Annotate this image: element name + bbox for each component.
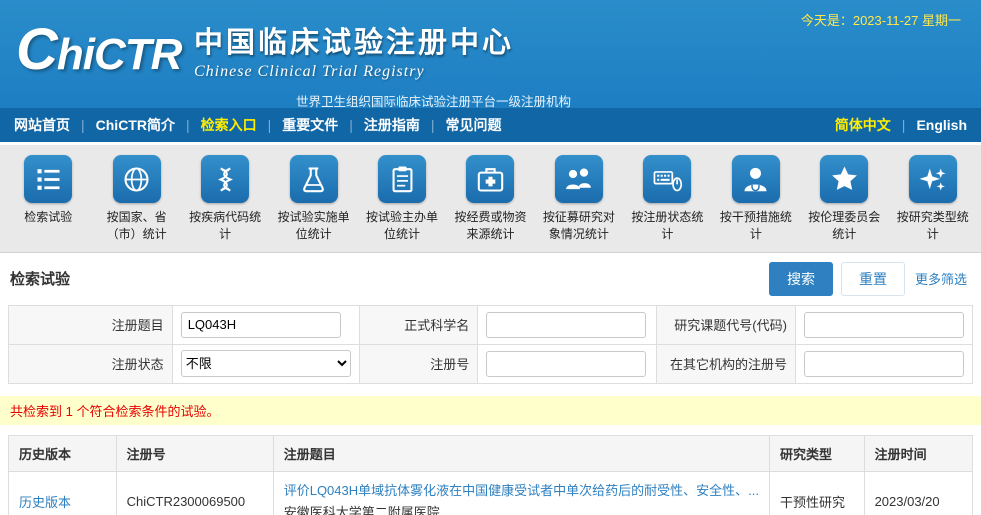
registration-date-cell: 2023/03/20 xyxy=(864,471,972,515)
public-title-input[interactable] xyxy=(486,312,646,338)
icon-menu-label: 按干预措施统计 xyxy=(717,209,795,244)
nav-divider: | xyxy=(186,117,190,133)
other-registration-number-label: 在其它机构的注册号 xyxy=(656,344,795,383)
main-nav: 网站首页 | ChiCTR简介 | 检索入口 | 重要文件 | 注册指南 | 常… xyxy=(0,108,981,142)
first-aid-kit-icon xyxy=(466,155,514,203)
icon-menu-label: 检索试验 xyxy=(9,209,87,226)
study-code-label: 研究课题代号(代码) xyxy=(656,305,795,344)
nav-item-about[interactable]: ChiCTR简介 xyxy=(96,115,175,135)
registration-title-label: 注册题目 xyxy=(9,305,173,344)
nav-divider: | xyxy=(349,117,353,133)
site-titles: 中国临床试验注册中心 Chinese Clinical Trial Regist… xyxy=(194,19,514,81)
results-table: 历史版本 注册号 注册题目 研究类型 注册时间 历史版本 ChiCTR23000… xyxy=(8,435,973,515)
keyboard-mouse-icon xyxy=(643,155,691,203)
column-header-registration-date: 注册时间 xyxy=(864,435,972,471)
column-header-title: 注册题目 xyxy=(273,435,769,471)
registration-title-input[interactable] xyxy=(181,312,341,338)
icon-menu-item-by-funding-source[interactable]: 按经费或物资来源统计 xyxy=(446,155,534,244)
icon-menu-label: 按经费或物资来源统计 xyxy=(451,209,529,244)
site-title-en: Chinese Clinical Trial Registry xyxy=(194,63,514,81)
star-icon xyxy=(820,155,868,203)
chictr-logo[interactable]: ChiCTR xyxy=(16,16,194,83)
nav-item-documents[interactable]: 重要文件 xyxy=(282,115,338,135)
numbered-list-icon xyxy=(24,155,72,203)
globe-icon xyxy=(113,155,161,203)
icon-menu-label: 按试验实施单位统计 xyxy=(275,209,353,244)
lang-english[interactable]: English xyxy=(916,117,967,133)
search-form-table: 注册题目 正式科学名 研究课题代号(代码) 注册状态 不限 注册号 在其它机构的… xyxy=(8,305,973,384)
icon-menu-item-search-trials[interactable]: 检索试验 xyxy=(4,155,92,244)
nav-divider: | xyxy=(268,117,272,133)
icon-menu-item-by-implementing-unit[interactable]: 按试验实施单位统计 xyxy=(269,155,357,244)
icon-menu-label: 按疾病代码统计 xyxy=(186,209,264,244)
search-button[interactable]: 搜索 xyxy=(769,262,833,296)
result-count-banner: 共检索到 1 个符合检索条件的试验。 xyxy=(0,396,981,425)
icon-menu-item-by-recruitment-status[interactable]: 按征募研究对象情况统计 xyxy=(535,155,623,244)
table-row: 历史版本 ChiCTR2300069500 评价LQ043H单域抗体雾化液在中国… xyxy=(9,471,973,515)
nav-item-search-entry[interactable]: 检索入口 xyxy=(201,115,257,135)
history-version-link[interactable]: 历史版本 xyxy=(19,495,71,510)
registration-number-cell: ChiCTR2300069500 xyxy=(116,471,273,515)
registration-number-label: 注册号 xyxy=(359,344,478,383)
site-header: 今天是：2023-11-27 星期一 ChiCTR 中国临床试验注册中心 Chi… xyxy=(0,0,981,108)
people-icon xyxy=(555,155,603,203)
more-filters-link[interactable]: 更多筛选 xyxy=(915,269,967,288)
lang-simplified-chinese[interactable]: 简体中文 xyxy=(835,115,891,135)
sparkles-icon xyxy=(909,155,957,203)
registration-status-select[interactable]: 不限 xyxy=(181,350,351,377)
icon-menu-item-by-intervention[interactable]: 按干预措施统计 xyxy=(712,155,800,244)
registration-number-input[interactable] xyxy=(486,351,646,377)
trial-title-link[interactable]: 评价LQ043H单域抗体雾化液在中国健康受试者中单次给药后的耐受性、安全性、..… xyxy=(284,483,759,498)
flask-icon xyxy=(290,155,338,203)
site-title-cn: 中国临床试验注册中心 xyxy=(194,19,514,61)
icon-menu-item-by-disease-code[interactable]: 按疾病代码统计 xyxy=(181,155,269,244)
doctor-icon xyxy=(732,155,780,203)
nav-item-home[interactable]: 网站首页 xyxy=(14,115,70,135)
icon-menu-item-by-registration-status[interactable]: 按注册状态统计 xyxy=(623,155,711,244)
study-type-cell: 干预性研究 xyxy=(769,471,864,515)
nav-divider: | xyxy=(81,117,85,133)
column-header-history: 历史版本 xyxy=(9,435,117,471)
institution-name: 安徽医科大学第二附属医院 xyxy=(284,502,759,515)
today-date: 今天是：2023-11-27 星期一 xyxy=(801,10,961,29)
registration-status-label: 注册状态 xyxy=(9,344,173,383)
study-code-input[interactable] xyxy=(804,312,964,338)
icon-menu-label: 按试验主办单位统计 xyxy=(363,209,441,244)
search-section-header: 检索试验 搜索 重置 更多筛选 xyxy=(0,253,981,303)
icon-menu-label: 按注册状态统计 xyxy=(628,209,706,244)
statistics-icon-menu: 检索试验 按国家、省（市）统计 按疾病代码统计 xyxy=(0,145,981,253)
icon-menu-label: 按伦理委员会统计 xyxy=(805,209,883,244)
other-registration-number-input[interactable] xyxy=(804,351,964,377)
icon-menu-item-by-country[interactable]: 按国家、省（市）统计 xyxy=(92,155,180,244)
icon-menu-label: 按研究类型统计 xyxy=(894,209,972,244)
nav-item-guide[interactable]: 注册指南 xyxy=(364,115,420,135)
icon-menu-label: 按国家、省（市）统计 xyxy=(98,209,176,244)
nav-divider: | xyxy=(902,117,906,133)
icon-menu-item-by-sponsor-unit[interactable]: 按试验主办单位统计 xyxy=(358,155,446,244)
icon-menu-item-by-study-type[interactable]: 按研究类型统计 xyxy=(889,155,977,244)
page-title: 检索试验 xyxy=(10,268,70,289)
nav-item-faq[interactable]: 常见问题 xyxy=(446,115,502,135)
nav-divider: | xyxy=(431,117,435,133)
column-header-registration-number: 注册号 xyxy=(116,435,273,471)
trial-title-cell: 评价LQ043H单域抗体雾化液在中国健康受试者中单次给药后的耐受性、安全性、..… xyxy=(273,471,769,515)
public-title-label: 正式科学名 xyxy=(359,305,478,344)
column-header-study-type: 研究类型 xyxy=(769,435,864,471)
icon-menu-item-by-ethics-committee[interactable]: 按伦理委员会统计 xyxy=(800,155,888,244)
who-registry-subtitle: 世界卫生组织国际临床试验注册平台一级注册机构 xyxy=(296,91,981,110)
reset-button[interactable]: 重置 xyxy=(841,262,905,296)
clipboard-icon xyxy=(378,155,426,203)
icon-menu-label: 按征募研究对象情况统计 xyxy=(540,209,618,244)
dna-icon xyxy=(201,155,249,203)
